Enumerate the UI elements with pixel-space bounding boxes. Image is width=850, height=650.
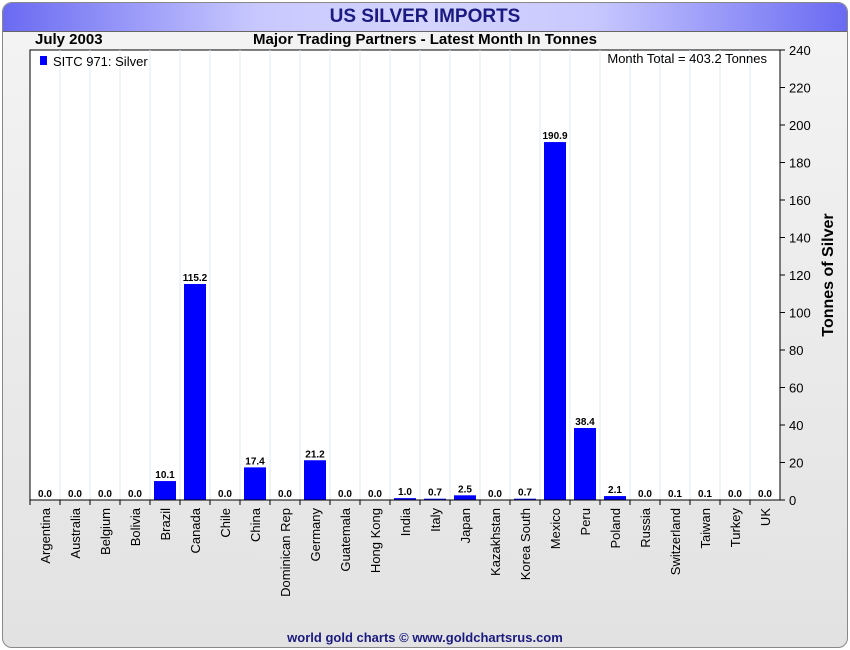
bar (184, 284, 206, 500)
y-tick-label: 0 (789, 493, 796, 508)
x-tick-label: China (248, 507, 263, 542)
data-label: 0.0 (218, 489, 232, 500)
y-tick-label: 60 (789, 381, 803, 396)
x-tick-label: Belgium (98, 508, 113, 555)
x-tick-label: Canada (188, 507, 203, 553)
data-label: 0.0 (68, 489, 82, 500)
x-tick-label: Taiwan (698, 508, 713, 548)
y-tick-label: 220 (789, 81, 811, 96)
data-label: 0.7 (518, 488, 532, 499)
bar (304, 460, 326, 500)
x-tick-label: Kazakhstan (488, 508, 503, 576)
y-tick-label: 20 (789, 456, 803, 471)
data-label: 0.1 (668, 489, 682, 500)
plot: 0 20 40 60 80 100 120 140 160 180 200 220 240 Tonnes … (29, 43, 837, 597)
y-tick-label: 140 (789, 231, 811, 246)
data-label: 0.0 (128, 489, 142, 500)
x-tick-label: Guatemala (338, 507, 353, 571)
data-label: 0.0 (278, 489, 292, 500)
bar (154, 481, 176, 500)
x-tick-label: Mexico (548, 508, 563, 549)
data-label: 10.1 (155, 470, 175, 481)
bar (544, 142, 566, 500)
legend-label: SITC 971: Silver (53, 54, 148, 69)
data-label: 38.4 (575, 417, 595, 428)
y-tick-label: 160 (789, 193, 811, 208)
x-tick-label: Japan (458, 508, 473, 543)
y-tick-label: 240 (789, 43, 811, 58)
x-tick-label: Turkey (728, 508, 743, 548)
x-tick-label: Australia (68, 507, 83, 558)
data-label: 0.0 (38, 489, 52, 500)
y-axis-label: Tonnes of Silver (820, 213, 837, 336)
data-label: 0.0 (638, 489, 652, 500)
y-tick-label: 180 (789, 156, 811, 171)
data-label: 21.2 (305, 449, 325, 460)
data-label: 1.0 (398, 487, 412, 498)
plot-area (29, 49, 781, 501)
data-label: 0.0 (368, 489, 382, 500)
data-label: 2.1 (608, 485, 622, 496)
data-label: 2.5 (458, 484, 472, 495)
data-label: 190.9 (542, 131, 567, 142)
x-tick-label: Russia (638, 507, 653, 548)
x-tick-label: Dominican Rep (278, 508, 293, 597)
y-tick-label: 80 (789, 343, 803, 358)
month-total-annotation: Month Total = 403.2 Tonnes (607, 51, 767, 66)
x-tick-label: Italy (428, 508, 443, 532)
data-label: 0.0 (728, 489, 742, 500)
data-label: 0.0 (758, 489, 772, 500)
x-tick-label: Peru (578, 508, 593, 535)
bar (454, 495, 476, 500)
y-tick-label: 200 (789, 118, 811, 133)
x-tick-label: India (398, 507, 413, 536)
x-tick-label: Switzerland (668, 508, 683, 575)
y-tick-label: 100 (789, 306, 811, 321)
x-tick-label: Poland (608, 508, 623, 548)
bar (604, 496, 626, 500)
x-tick-label: Hong Kong (368, 508, 383, 573)
legend-swatch (40, 56, 47, 65)
data-label: 0.0 (488, 489, 502, 500)
y-tick-label: 40 (789, 418, 803, 433)
y-tick-label: 120 (789, 268, 811, 283)
x-tick-label: Germany (308, 508, 323, 562)
x-tick-label: Brazil (158, 508, 173, 541)
footer-credit: world gold charts © www.goldchartsrus.co… (287, 630, 563, 645)
bar (574, 428, 596, 500)
bar (244, 467, 266, 500)
x-tick-label: UK (758, 508, 773, 526)
data-label: 17.4 (245, 456, 265, 467)
x-tick-label: Chile (218, 508, 233, 538)
data-label: 0.1 (698, 489, 712, 500)
data-label: 0.0 (98, 489, 112, 500)
data-label: 115.2 (183, 273, 208, 284)
x-tick-label: Bolivia (128, 507, 143, 546)
x-tick-label: Korea South (518, 508, 533, 580)
x-tick-label: Argentina (38, 507, 53, 563)
data-label: 0.7 (428, 488, 442, 499)
data-label: 0.0 (338, 489, 352, 500)
